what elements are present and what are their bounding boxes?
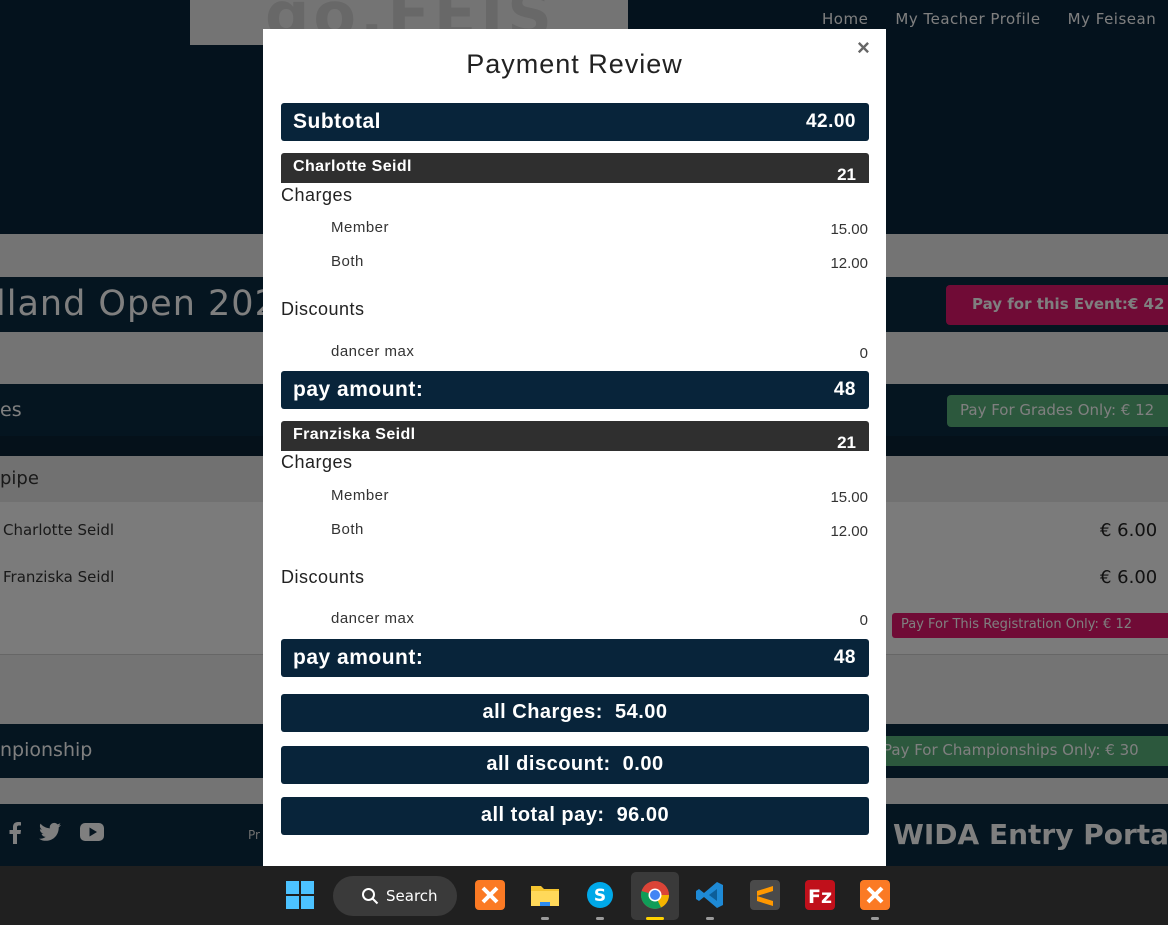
charge-value: 15.00 <box>830 489 868 506</box>
discounts-heading: Discounts <box>281 299 365 319</box>
file-explorer-icon[interactable] <box>530 880 560 910</box>
all-discount-label: all discount: <box>486 753 611 775</box>
xampp-icon[interactable] <box>860 880 890 910</box>
modal-title: Payment Review <box>466 49 683 79</box>
running-indicator <box>706 917 714 920</box>
charge-name: Member <box>331 219 390 236</box>
all-total-pay-value: 96.00 <box>616 804 670 826</box>
search-label: Search <box>386 887 438 905</box>
pay-amount-value: 48 <box>833 647 856 668</box>
discount-value: 0 <box>859 612 868 629</box>
taskbar-search-button[interactable]: Search <box>333 876 457 916</box>
all-total-pay-label: all total pay: <box>480 804 605 826</box>
charge-value: 12.00 <box>830 255 868 272</box>
payment-review-modal: Payment Review × Subtotal 42.00 Charlott… <box>263 29 886 866</box>
subtotal-value: 42.00 <box>805 111 856 132</box>
windows-start-icon[interactable] <box>285 880 315 910</box>
all-charges-value: 54.00 <box>614 701 668 723</box>
all-discount-bar: all discount: 0.00 <box>281 746 869 784</box>
subtotal-label: Subtotal <box>293 110 381 133</box>
charge-name: Both <box>331 521 364 538</box>
dancer-header: Franziska Seidl 21 <box>281 421 869 452</box>
charge-name: Both <box>331 253 364 270</box>
vscode-icon[interactable] <box>695 880 725 910</box>
charge-value: 15.00 <box>830 221 868 238</box>
dancer-name: Charlotte Seidl <box>293 158 412 175</box>
windows-taskbar <box>0 866 1168 925</box>
all-charges-bar: all Charges: 54.00 <box>281 694 869 732</box>
close-icon[interactable]: × <box>857 35 870 61</box>
charge-name: Member <box>331 487 390 504</box>
subtotal-bar: Subtotal 42.00 <box>281 103 869 141</box>
pay-amount-bar: pay amount: 48 <box>281 371 869 409</box>
pay-amount-label: pay amount: <box>293 378 424 401</box>
pay-amount-bar: pay amount: 48 <box>281 639 869 677</box>
running-indicator <box>541 917 549 920</box>
charges-heading: Charges <box>281 185 353 205</box>
discount-name: dancer max <box>331 610 415 627</box>
charge-value: 12.00 <box>830 523 868 540</box>
dancer-header: Charlotte Seidl 21 <box>281 153 869 184</box>
charges-heading: Charges <box>281 452 353 472</box>
running-indicator <box>596 917 604 920</box>
discount-value: 0 <box>859 345 868 362</box>
active-indicator <box>646 917 664 920</box>
pay-amount-label: pay amount: <box>293 646 424 669</box>
all-total-pay-bar: all total pay: 96.00 <box>281 797 869 835</box>
all-discount-value: 0.00 <box>622 753 664 775</box>
chrome-icon[interactable] <box>640 880 670 910</box>
filezilla-icon[interactable]: Fz <box>805 880 835 910</box>
svg-text:S: S <box>594 886 606 906</box>
dancer-value: 21 <box>837 165 856 184</box>
discounts-heading: Discounts <box>281 567 365 587</box>
xampp-icon[interactable] <box>475 880 505 910</box>
sublime-text-icon[interactable] <box>750 880 780 910</box>
all-charges-label: all Charges: <box>482 701 603 723</box>
discount-name: dancer max <box>331 343 415 360</box>
pay-amount-value: 48 <box>833 379 856 400</box>
dancer-name: Franziska Seidl <box>293 426 416 443</box>
running-indicator <box>871 917 879 920</box>
dancer-value: 21 <box>837 433 856 452</box>
skype-icon[interactable]: S <box>585 880 615 910</box>
svg-text:Fz: Fz <box>808 886 832 908</box>
search-icon <box>361 887 379 909</box>
